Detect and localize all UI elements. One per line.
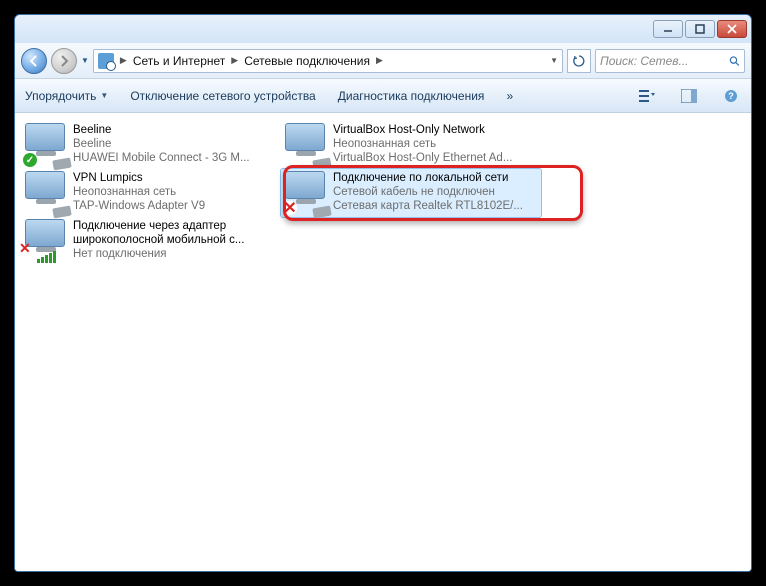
connection-icon: ✓ (25, 123, 67, 165)
network-location-icon (98, 53, 114, 69)
back-button[interactable] (21, 48, 47, 74)
organize-label: Упорядочить (25, 89, 96, 103)
history-dropdown-icon[interactable]: ▼ (81, 56, 89, 65)
explorer-window: ▼ ▶ Сеть и Интернет ▶ Сетевые подключени… (14, 14, 752, 572)
svg-text:?: ? (728, 91, 734, 101)
status-ok-icon: ✓ (23, 153, 37, 167)
titlebar (15, 15, 751, 43)
content-area: ✓ Beeline Beeline HUAWEI Mobile Connect … (15, 113, 751, 571)
diagnose-label: Диагностика подключения (338, 89, 485, 103)
connection-name: Подключение по локальной сети (333, 171, 523, 185)
signal-bars-icon (37, 251, 56, 263)
preview-pane-button[interactable] (677, 85, 701, 107)
close-button[interactable] (717, 20, 747, 38)
status-error-icon: ✕ (19, 240, 31, 257)
connection-status: Сетевой кабель не подключен (333, 185, 523, 199)
chevron-right-icon[interactable]: ▶ (231, 55, 238, 66)
connection-item-vpn[interactable]: VPN Lumpics Неопознанная сеть TAP-Window… (21, 169, 281, 217)
disable-device-button[interactable]: Отключение сетевого устройства (128, 85, 317, 107)
breadcrumb-current[interactable]: Сетевые подключения (244, 54, 370, 68)
connection-item-mobile[interactable]: ✕ Подключение через адаптер широкополосн… (21, 217, 281, 273)
connection-name: Подключение через адаптер широкополосной… (73, 219, 277, 247)
disable-label: Отключение сетевого устройства (130, 89, 315, 103)
caret-down-icon: ▼ (100, 91, 108, 100)
connection-device: HUAWEI Mobile Connect - 3G M... (73, 151, 250, 165)
maximize-button[interactable] (685, 20, 715, 38)
connection-device: TAP-Windows Adapter V9 (73, 199, 205, 213)
breadcrumb-root[interactable]: Сеть и Интернет (133, 54, 225, 68)
connection-icon: ✕ (25, 219, 67, 261)
connection-name: VPN Lumpics (73, 171, 205, 185)
connection-device: Сетевая карта Realtek RTL8102E/... (333, 199, 523, 213)
connection-name: Beeline (73, 123, 250, 137)
connection-status: Beeline (73, 137, 250, 151)
connection-item-beeline[interactable]: ✓ Beeline Beeline HUAWEI Mobile Connect … (21, 121, 281, 169)
connections-grid: ✓ Beeline Beeline HUAWEI Mobile Connect … (21, 121, 745, 273)
search-box[interactable] (595, 49, 745, 73)
chevron-right-icon[interactable]: ▶ (120, 55, 127, 66)
diagnose-button[interactable]: Диагностика подключения (336, 85, 487, 107)
search-icon (729, 55, 740, 67)
address-bar[interactable]: ▶ Сеть и Интернет ▶ Сетевые подключения … (93, 49, 563, 73)
help-button[interactable]: ? (719, 85, 743, 107)
navbar: ▼ ▶ Сеть и Интернет ▶ Сетевые подключени… (15, 43, 751, 79)
view-options-button[interactable] (635, 85, 659, 107)
chevron-right-icon[interactable]: ▶ (376, 55, 383, 66)
connection-status: Нет подключения (73, 247, 277, 261)
organize-menu[interactable]: Упорядочить ▼ (23, 85, 110, 107)
connection-icon: ✕ (285, 171, 327, 213)
connection-status: Неопознанная сеть (333, 137, 512, 151)
connection-status: Неопознанная сеть (73, 185, 205, 199)
toolbar: Упорядочить ▼ Отключение сетевого устройс… (15, 79, 751, 113)
connection-item-lan[interactable]: ✕ Подключение по локальной сети Сетевой … (281, 169, 541, 217)
connection-device: VirtualBox Host-Only Ethernet Ad... (333, 151, 512, 165)
connection-item-vbox[interactable]: VirtualBox Host-Only Network Неопознанна… (281, 121, 541, 169)
minimize-button[interactable] (653, 20, 683, 38)
refresh-button[interactable] (567, 49, 591, 73)
search-input[interactable] (600, 54, 725, 68)
connection-name: VirtualBox Host-Only Network (333, 123, 512, 137)
connection-icon (25, 171, 67, 213)
overflow-label: » (506, 89, 513, 103)
connection-icon (285, 123, 327, 165)
forward-button[interactable] (51, 48, 77, 74)
status-error-icon: ✕ (283, 201, 297, 215)
address-dropdown-icon[interactable]: ▼ (550, 56, 558, 65)
overflow-menu[interactable]: » (504, 85, 515, 107)
